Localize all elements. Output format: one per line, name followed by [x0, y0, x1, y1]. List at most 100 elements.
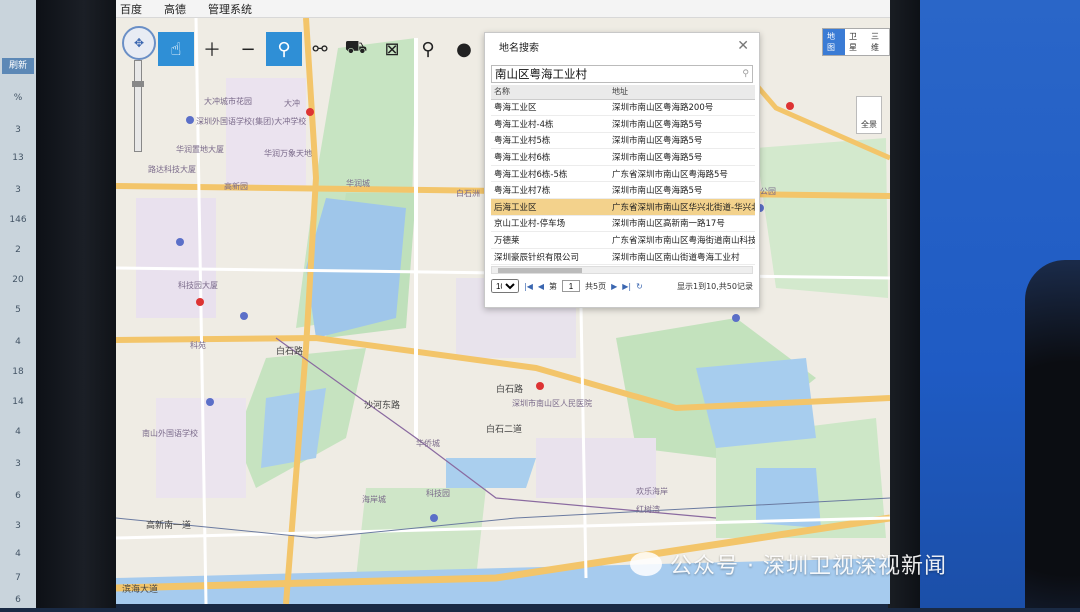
map-marker[interactable]	[196, 298, 204, 306]
map-marker[interactable]	[186, 116, 194, 124]
bg-value: 5	[15, 305, 21, 315]
table-row[interactable]: 粤海工业区 深圳市南山区粤海路200号	[491, 99, 755, 117]
wechat-logo-icon	[630, 552, 662, 576]
row-name: 粤海工业村5栋	[491, 132, 609, 150]
column-header-address[interactable]: 地址	[609, 85, 755, 100]
map-application-screen: 百度 高德 管理系统 大冲城市花园 深圳外国语学校(集团)大冲学校 华润置地大厦…	[116, 0, 890, 604]
bg-value: 6	[15, 595, 21, 605]
map-poi-label[interactable]: 南山外国语学校	[142, 428, 198, 439]
map-type-option[interactable]: 卫星	[845, 29, 867, 55]
zoom-slider-knob[interactable]	[132, 81, 144, 87]
first-page-icon[interactable]: |◀	[524, 282, 533, 291]
refresh-icon[interactable]: ↻	[636, 282, 643, 291]
map-poi-label[interactable]: 大冲	[284, 98, 300, 109]
search-box: ⚲	[491, 65, 753, 83]
table-row[interactable]: 粤海工业村7栋 深圳市南山区粤海路5号	[491, 181, 755, 200]
map-marker[interactable]	[536, 382, 544, 390]
map-poi-label[interactable]: 白石洲	[456, 188, 480, 199]
map-road-label: 白石二道	[486, 425, 523, 435]
search-icon[interactable]: ⚲	[266, 32, 302, 66]
column-header-name[interactable]: 名称	[491, 85, 609, 100]
last-page-icon[interactable]: ▶|	[622, 282, 631, 291]
monitor-bezel	[888, 0, 924, 608]
map-poi-label[interactable]: 科苑	[190, 340, 206, 351]
row-address: 深圳市南山区粤海路5号	[609, 115, 755, 133]
table-row[interactable]: 粤海工业村6栋 深圳市南山区粤海路5号	[491, 148, 755, 166]
truck-icon[interactable]: ⛟	[338, 32, 374, 66]
map-poi-label[interactable]: 深圳市南山区人民医院	[512, 398, 592, 409]
map-marker[interactable]	[306, 108, 314, 116]
table-row-selected[interactable]: 后海工业区 广东省深圳市南山区华兴北街道-华兴北	[491, 198, 755, 216]
map-poi-label[interactable]: 大冲城市花园	[204, 96, 252, 107]
scrollbar-thumb[interactable]	[498, 268, 582, 274]
page-number-input[interactable]	[562, 280, 581, 293]
map-poi-label[interactable]: 科技园	[426, 488, 450, 499]
map-poi-label[interactable]: 海岸城	[362, 494, 386, 505]
map-type-switcher: 地图 卫星 三维	[822, 28, 890, 56]
crop-icon[interactable]: ⊠	[374, 32, 410, 66]
close-icon[interactable]: ✕	[737, 38, 749, 54]
bg-value: 2	[15, 245, 21, 255]
next-page-icon[interactable]: ▶	[611, 282, 617, 291]
map-poi-label[interactable]: 深圳外国语学校(集团)大冲学校	[196, 116, 306, 127]
bg-value: 4	[15, 337, 21, 347]
map-poi-label[interactable]: 华润城	[346, 178, 370, 189]
zoom-in-icon[interactable]: ＋	[194, 32, 230, 66]
map-poi-label[interactable]: 科技园大厦	[178, 280, 218, 291]
hand-pointer-icon[interactable]: ☝	[158, 32, 194, 66]
map-poi-label[interactable]: 华润万象天地	[264, 148, 312, 159]
bg-value: 13	[12, 153, 24, 163]
map-road-label: 滨海大道	[122, 585, 159, 595]
row-address: 深圳市南山区高新南一路17号	[609, 215, 755, 233]
menu-item-gaode[interactable]: 高德	[164, 1, 186, 17]
bg-value: 3	[15, 459, 21, 469]
map-type-option[interactable]: 地图	[823, 29, 845, 55]
map-marker[interactable]	[240, 312, 248, 320]
panorama-button[interactable]: 全景	[856, 96, 882, 134]
map-poi-label[interactable]: 红树湾	[636, 504, 660, 515]
search-input[interactable]	[495, 67, 735, 81]
row-address: 广东省深圳市南山区粤海街道南山科技园	[609, 231, 755, 249]
map-poi-label[interactable]: 路达科技大厦	[148, 164, 196, 175]
map-marker[interactable]	[786, 102, 794, 110]
table-row[interactable]: 粤海工业村-4栋 深圳市南山区粤海路5号	[491, 115, 755, 133]
row-address: 深圳市南山区南山街道粤海工业村	[609, 248, 755, 266]
table-row[interactable]: 粤海工业村6栋-5栋 广东省深圳市南山区粤海路5号	[491, 165, 755, 183]
row-name: 粤海工业村7栋	[491, 181, 609, 200]
alert-icon[interactable]: ●	[446, 32, 482, 66]
route-icon[interactable]: ⚯	[302, 32, 338, 66]
map-poi-label[interactable]: 高新园	[224, 181, 248, 192]
table-row[interactable]: 万德莱 广东省深圳市南山区粤海街道南山科技园	[491, 231, 755, 249]
row-address: 广东省深圳市南山区华兴北街道-华兴北	[609, 198, 755, 216]
map-poi-label[interactable]: 华侨城	[416, 438, 440, 449]
menu-item-management[interactable]: 管理系统	[208, 1, 252, 17]
map-marker[interactable]	[176, 238, 184, 246]
location-pin-icon[interactable]: ⚲	[410, 32, 446, 66]
row-name: 粤海工业村6栋-5栋	[491, 165, 609, 183]
table-row[interactable]: 深圳豪辰针织有限公司 深圳市南山区南山街道粤海工业村	[491, 248, 755, 266]
prev-page-icon[interactable]: ◀	[538, 282, 544, 291]
park-area	[756, 138, 888, 298]
row-name: 后海工业区	[491, 198, 609, 216]
map-poi-label[interactable]: 华润置地大厦	[176, 144, 224, 155]
map-type-option[interactable]: 三维	[867, 29, 889, 55]
page-size-select[interactable]: 10	[491, 279, 519, 294]
map-marker[interactable]	[732, 314, 740, 322]
map-marker[interactable]	[430, 514, 438, 522]
zoom-slider[interactable]	[132, 60, 144, 152]
table-row[interactable]: 京山工业村-停车场 深圳市南山区高新南一路17号	[491, 215, 755, 233]
bg-value: 3	[15, 125, 21, 135]
row-address: 深圳市南山区粤海路200号	[609, 99, 755, 117]
horizontal-scrollbar[interactable]	[491, 266, 753, 275]
map-poi-label[interactable]: 欢乐海岸	[636, 486, 668, 497]
table-row[interactable]: 粤海工业村5栋 深圳市南山区粤海路5号	[491, 132, 755, 150]
bg-value: 14	[12, 397, 24, 407]
menu-item-baidu[interactable]: 百度	[120, 1, 142, 17]
row-address: 广东省深圳市南山区粤海路5号	[609, 165, 755, 183]
search-icon[interactable]: ⚲	[742, 69, 749, 79]
bg-value: 3	[15, 185, 21, 195]
pan-navigation-control[interactable]: ✥	[122, 26, 156, 60]
map-marker[interactable]	[206, 398, 214, 406]
top-menu-bar: 百度 高德 管理系统	[116, 0, 890, 18]
zoom-out-icon[interactable]: −	[230, 32, 266, 66]
